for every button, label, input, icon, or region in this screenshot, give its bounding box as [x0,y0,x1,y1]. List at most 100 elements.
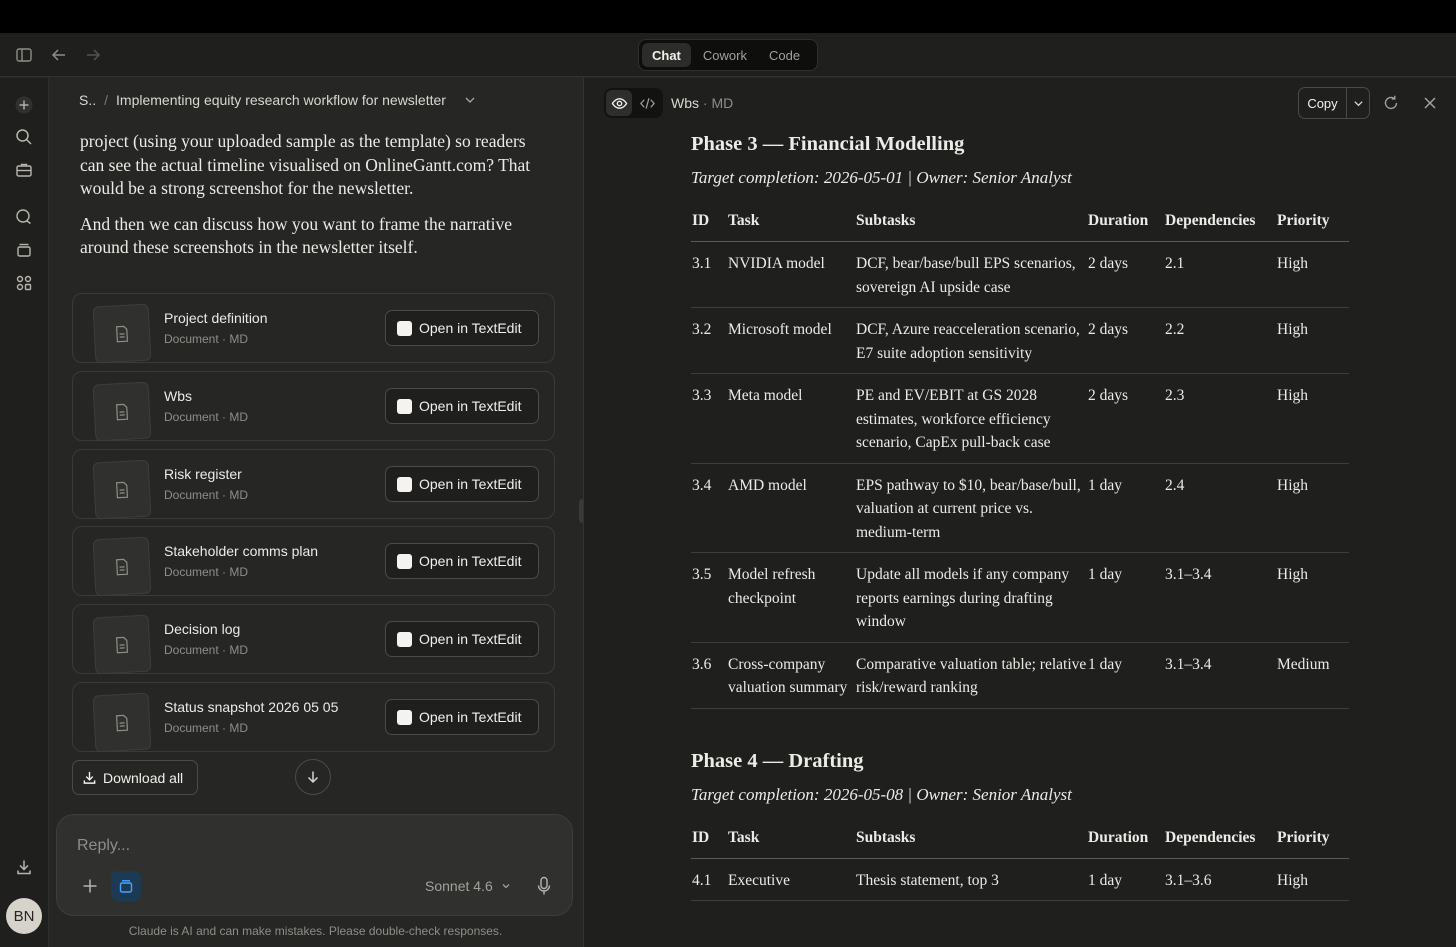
cell-id: 3.5 [691,552,728,643]
cell-task: Executive [728,858,856,901]
disclaimer: Claude is AI and can make mistakes. Plea… [128,924,503,938]
file-meta: Document · MD [164,643,249,657]
model-selector[interactable]: Sonnet 4.6 [425,878,511,894]
open-in-textedit-button[interactable]: Open in TextEdit [385,310,539,346]
add-attachment-icon[interactable] [79,875,101,897]
file-card[interactable]: Decision log Document · MD Open in TextE… [72,604,555,675]
document-panel: Wbs · MD Copy Phase 3 — Financial Modell… [583,78,1456,947]
code-view-icon[interactable] [634,90,660,116]
column-header: Priority [1277,203,1349,242]
chats-icon[interactable] [13,206,35,228]
scroll-down-button[interactable] [295,759,331,795]
avatar[interactable]: BN [6,898,42,934]
open-in-textedit-button[interactable]: Open in TextEdit [385,543,539,579]
cell-dependencies: 3.1–3.4 [1165,642,1277,709]
model-name: Sonnet 4.6 [425,878,493,894]
column-header: Task [728,203,856,242]
wbs-table: ID Task Subtasks Duration Dependencies P… [691,203,1349,709]
preview-eye-icon[interactable] [606,90,632,116]
open-button-label: Open in TextEdit [419,476,522,492]
cell-subtasks: Update all models if any company reports… [856,552,1088,643]
file-meta: Document · MD [164,410,249,424]
cell-subtasks: Thesis statement, top 3 [856,858,1088,901]
breadcrumb-project[interactable]: S.. [79,92,96,108]
cell-subtasks: DCF, Azure reacceleration scenario, E7 s… [856,307,1088,374]
file-card[interactable]: Project definition Document · MD Open in… [72,293,555,364]
table-row: 3.6 Cross-company valuation summary Comp… [691,642,1349,709]
reply-input[interactable]: Reply... [77,837,130,855]
open-in-textedit-button[interactable]: Open in TextEdit [385,388,539,424]
project-knowledge-icon[interactable] [111,871,141,901]
cell-priority: High [1277,552,1349,643]
file-name: Stakeholder comms plan [164,543,319,559]
artifacts-icon[interactable] [13,272,35,294]
table-row: 3.3 Meta model PE and EV/EBIT at GS 2028… [691,373,1349,464]
table-row: 4.1 Executive Thesis statement, top 3 1 … [691,858,1349,901]
file-card[interactable]: Status snapshot 2026 05 05 Document · MD… [72,682,555,753]
table-row: 3.4 AMD model EPS pathway to $10, bear/b… [691,463,1349,553]
file-card[interactable]: Risk register Document · MD Open in Text… [72,449,555,520]
cell-dependencies: 3.1–3.6 [1165,858,1277,901]
open-in-textedit-button[interactable]: Open in TextEdit [385,466,539,502]
cell-priority: High [1277,858,1349,901]
mode-switcher: Chat Cowork Code [638,39,818,71]
projects-icon[interactable] [13,239,35,261]
file-meta: Document · MD [164,332,249,346]
textedit-icon [397,476,412,492]
refresh-icon[interactable] [1380,92,1402,114]
cell-duration: 2 days [1088,241,1165,308]
file-name: Wbs [164,388,192,404]
document-icon [92,692,152,753]
message-paragraph: project (using your uploaded sample as t… [80,131,531,198]
tab-code[interactable]: Code [759,43,810,67]
download-icon[interactable] [13,856,35,878]
cell-duration: 1 day [1088,858,1165,901]
copy-button[interactable]: Copy [1299,88,1347,118]
breadcrumb-separator: / [104,92,109,108]
search-icon[interactable] [13,126,35,148]
textedit-icon [397,320,412,336]
cell-dependencies: 2.1 [1165,241,1277,308]
cell-subtasks: Comparative valuation table; relative ri… [856,642,1088,709]
tab-chat[interactable]: Chat [642,43,691,67]
file-card[interactable]: Wbs Document · MD Open in TextEdit [72,371,555,442]
open-in-textedit-button[interactable]: Open in TextEdit [385,699,539,735]
cell-id: 4.1 [691,858,728,901]
message-paragraph: And then we can discuss how you want to … [80,213,513,258]
file-meta: Document · MD [164,488,249,502]
table-row: 3.5 Model refresh checkpoint Update all … [691,552,1349,643]
reply-composer: Reply... Sonnet 4.6 [56,814,573,916]
cell-subtasks: EPS pathway to $10, bear/base/bull, valu… [856,463,1088,553]
microphone-icon[interactable] [533,874,555,898]
open-in-textedit-button[interactable]: Open in TextEdit [385,621,539,657]
textedit-icon [397,709,412,725]
chevron-down-icon[interactable] [1347,88,1369,118]
forward-arrow-icon[interactable] [82,44,104,66]
cell-priority: High [1277,463,1349,553]
briefcase-icon[interactable] [13,159,35,181]
cell-duration: 2 days [1088,373,1165,464]
back-arrow-icon[interactable] [48,44,70,66]
phase-section: Phase 3 — Financial Modelling Target com… [691,130,1349,709]
cell-duration: 1 day [1088,463,1165,553]
new-chat-icon[interactable] [13,94,35,116]
document-icon [92,459,152,520]
cell-dependencies: 2.4 [1165,463,1277,553]
tab-cowork[interactable]: Cowork [693,43,757,67]
close-icon[interactable] [1419,92,1441,114]
table-header-row: ID Task Subtasks Duration Dependencies P… [691,203,1349,242]
sidebar-toggle-icon[interactable] [13,44,35,66]
download-all-button[interactable]: Download all [72,760,198,795]
column-header: Duration [1088,819,1165,859]
conversation-title[interactable]: Implementing equity research workflow fo… [116,92,446,108]
cell-id: 3.4 [691,463,728,553]
open-button-label: Open in TextEdit [419,320,522,336]
cell-priority: High [1277,373,1349,464]
chevron-down-icon[interactable] [464,94,476,106]
cell-task: Microsoft model [728,307,856,374]
file-card[interactable]: Stakeholder comms plan Document · MD Ope… [72,526,555,597]
phase-heading: Phase 4 — Drafting [691,749,864,772]
cell-id: 3.6 [691,642,728,709]
download-all-label: Download all [103,769,184,786]
open-button-label: Open in TextEdit [419,553,522,569]
